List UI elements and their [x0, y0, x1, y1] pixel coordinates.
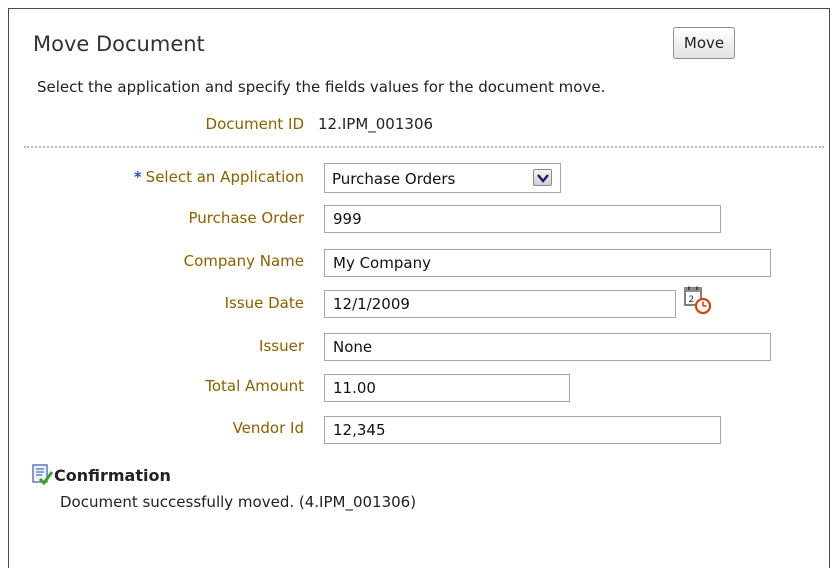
- issuer-input[interactable]: [324, 333, 771, 361]
- dotted-separator: [24, 146, 824, 148]
- required-marker: *: [133, 168, 142, 186]
- total-amount-label: Total Amount: [205, 377, 304, 395]
- application-select-value: Purchase Orders: [332, 170, 456, 188]
- application-select[interactable]: Purchase Orders: [324, 163, 561, 193]
- company-name-input[interactable]: [324, 249, 771, 277]
- document-check-icon: [32, 464, 54, 486]
- purchase-order-input[interactable]: [324, 205, 721, 233]
- calendar-clock-icon[interactable]: 2: [683, 286, 713, 316]
- vendor-id-input[interactable]: [324, 416, 721, 444]
- company-name-label: Company Name: [183, 252, 304, 270]
- issue-date-label: Issue Date: [224, 294, 304, 312]
- instructions-text: Select the application and specify the f…: [37, 78, 606, 96]
- move-button[interactable]: Move: [673, 27, 735, 59]
- total-amount-input[interactable]: [324, 374, 570, 402]
- application-label: * Select an Application: [134, 168, 304, 186]
- issuer-label: Issuer: [259, 337, 304, 355]
- confirmation-message: Document successfully moved. (4.IPM_0013…: [60, 493, 417, 511]
- svg-text:2: 2: [689, 295, 695, 305]
- application-label-text: Select an Application: [145, 168, 304, 186]
- purchase-order-label: Purchase Order: [188, 209, 304, 227]
- confirmation-title: Confirmation: [54, 466, 171, 485]
- issue-date-input[interactable]: [324, 290, 676, 318]
- chevron-down-icon[interactable]: [533, 169, 552, 186]
- page-title: Move Document: [33, 32, 205, 56]
- document-id-value: 12.IPM_001306: [318, 115, 434, 133]
- document-id-label: Document ID: [205, 115, 304, 133]
- vendor-id-label: Vendor Id: [232, 419, 304, 437]
